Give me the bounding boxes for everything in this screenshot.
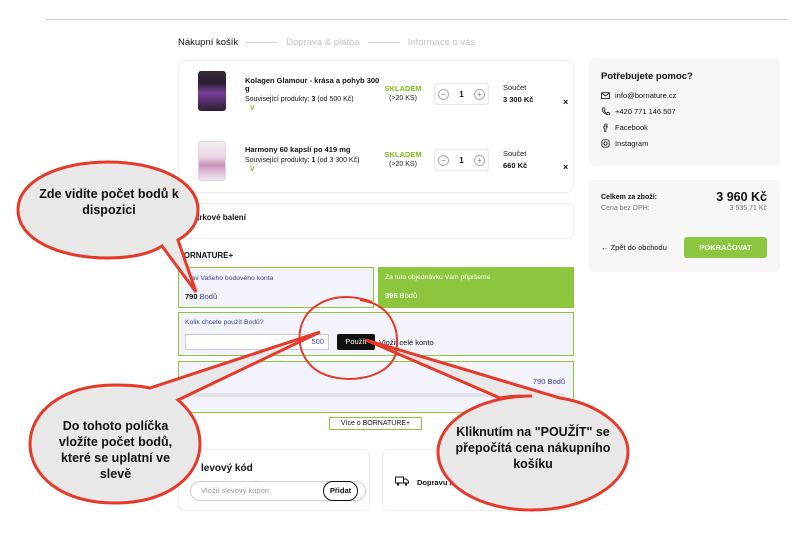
price-without-vat-label: Cena bez DPH: bbox=[601, 205, 650, 212]
total-value: 3 960 Kč bbox=[716, 190, 767, 204]
top-divider bbox=[46, 19, 788, 20]
related-products[interactable]: Související produkty: 3 (od 500 Kč) bbox=[245, 96, 354, 103]
quantity-value[interactable]: 1 bbox=[459, 156, 463, 165]
callout-points-input: Do tohoto políčka vložíte počet bodů, kt… bbox=[58, 419, 173, 481]
step-divider bbox=[246, 41, 279, 43]
product-title[interactable]: Kolagen Glamour - krása a pohyb 300 g bbox=[245, 77, 385, 93]
voucher-title: levový kód bbox=[201, 463, 253, 474]
more-bornature-button[interactable]: Více o BORNATURE+ bbox=[329, 417, 422, 430]
help-instagram[interactable]: Instagram bbox=[601, 139, 648, 148]
use-points-box: Kolik chcete použít Bodů? 500 Použít Vlo… bbox=[178, 312, 574, 356]
points-earned-value: 396 Bodů bbox=[385, 291, 418, 300]
quantity-stepper: − 1 + bbox=[434, 83, 489, 105]
product-image[interactable] bbox=[198, 141, 226, 181]
quantity-value[interactable]: 1 bbox=[459, 90, 463, 99]
help-facebook[interactable]: Facebook bbox=[601, 123, 648, 132]
related-products[interactable]: Související produkty: 1 (od 3 300 Kč) bbox=[245, 157, 359, 164]
use-points-label: Kolik chcete použít Bodů? bbox=[185, 319, 264, 326]
cart-item: Harmony 60 kapslí po 419 mg Související … bbox=[179, 129, 573, 189]
use-all-points-link[interactable]: Vložit celé konto bbox=[379, 338, 434, 347]
item-sum: Součet 660 Kč bbox=[503, 149, 528, 170]
product-image[interactable] bbox=[198, 71, 226, 111]
instagram-icon bbox=[601, 139, 610, 148]
help-email[interactable]: info@bornature.cz bbox=[601, 91, 676, 100]
free-shipping-label: Dopravu n bbox=[417, 478, 455, 487]
add-voucher-button[interactable]: Přidat bbox=[323, 481, 358, 501]
points-earned-label: Za tuto objednávku Vám připíšeme bbox=[385, 274, 491, 281]
gift-wrap-option[interactable]: Dárkové balení bbox=[178, 203, 574, 239]
bornature-plus-title: BORNATURE+ bbox=[178, 251, 234, 260]
chevron-down-icon[interactable]: ∨ bbox=[249, 102, 256, 113]
callout-points-available: Zde vidíte počet bodů k dispozici bbox=[39, 187, 179, 217]
phone-icon bbox=[601, 107, 610, 116]
stock-status: SKLADEM (>20 KS) bbox=[384, 84, 422, 102]
step-customer-info[interactable]: Informace o vás bbox=[408, 37, 476, 48]
minus-icon[interactable]: − bbox=[438, 88, 449, 100]
expiry-label: Exp bbox=[187, 377, 200, 386]
help-box: Potřebujete pomoc? info@bornature.cz +42… bbox=[589, 58, 780, 166]
step-shipping-payment[interactable]: Doprava & platba bbox=[286, 37, 359, 48]
quantity-stepper: − 1 + bbox=[434, 149, 489, 171]
cart-items: Kolagen Glamour - krása a pohyb 300 g So… bbox=[178, 60, 574, 193]
expiry-points: 790 Bodů bbox=[532, 377, 565, 386]
points-earned-box: Za tuto objednávku Vám připíšeme 396 Bod… bbox=[378, 267, 574, 308]
remove-item-icon[interactable]: × bbox=[563, 162, 568, 172]
points-input[interactable]: 500 bbox=[185, 334, 329, 350]
gift-wrap-label: Dárkové balení bbox=[189, 213, 246, 222]
points-progress-bar bbox=[187, 393, 565, 397]
use-points-button[interactable]: Použít bbox=[337, 334, 375, 350]
callout-use-button: Kliknutím na "POUŽÍT" se přepočítá cena … bbox=[455, 425, 611, 471]
continue-button[interactable]: POKRAČOVAT bbox=[684, 237, 767, 258]
chevron-down-icon[interactable]: ∨ bbox=[249, 163, 256, 174]
help-phone[interactable]: +420 771 146 507 bbox=[601, 107, 676, 116]
remove-item-icon[interactable]: × bbox=[563, 97, 568, 107]
step-divider bbox=[367, 41, 400, 43]
points-balance-box: Stav Vašeho bodového konta 790 Bodů bbox=[178, 267, 374, 308]
price-without-vat-value: 3 535,71 Kč bbox=[729, 205, 767, 212]
help-title: Potřebujete pomoc? bbox=[601, 71, 693, 82]
cart-item: Kolagen Glamour - krása a pohyb 300 g So… bbox=[179, 61, 573, 121]
back-to-shop-link[interactable]: ← Zpět do obchodu bbox=[601, 243, 667, 252]
step-cart[interactable]: Nákupní košík bbox=[178, 37, 238, 48]
item-sum: Součet 3 300 Kč bbox=[503, 83, 534, 104]
product-title[interactable]: Harmony 60 kapslí po 419 mg bbox=[245, 146, 385, 154]
plus-icon[interactable]: + bbox=[473, 154, 485, 166]
total-label: Celkem za zboží: bbox=[601, 194, 658, 201]
checkout-steps: Nákupní košík Doprava & platba Informace… bbox=[178, 36, 475, 48]
voucher-box: levový kód Vložit slevový kupón Přidat bbox=[178, 449, 370, 511]
order-summary: Celkem za zboží: 3 960 Kč Cena bez DPH: … bbox=[589, 180, 780, 272]
points-balance-label: Stav Vašeho bodového konta bbox=[185, 275, 274, 282]
facebook-icon bbox=[603, 123, 608, 132]
points-expiry-box: Exp 790 Bodů bbox=[178, 361, 574, 413]
truck-icon bbox=[395, 476, 409, 486]
callout-bubble bbox=[16, 160, 200, 293]
stock-status: SKLADEM (>20 KS) bbox=[384, 150, 422, 168]
mail-icon bbox=[601, 92, 610, 100]
plus-icon[interactable]: + bbox=[473, 88, 485, 100]
minus-icon[interactable]: − bbox=[438, 154, 449, 166]
points-balance-value: 790 Bodů bbox=[185, 292, 218, 301]
